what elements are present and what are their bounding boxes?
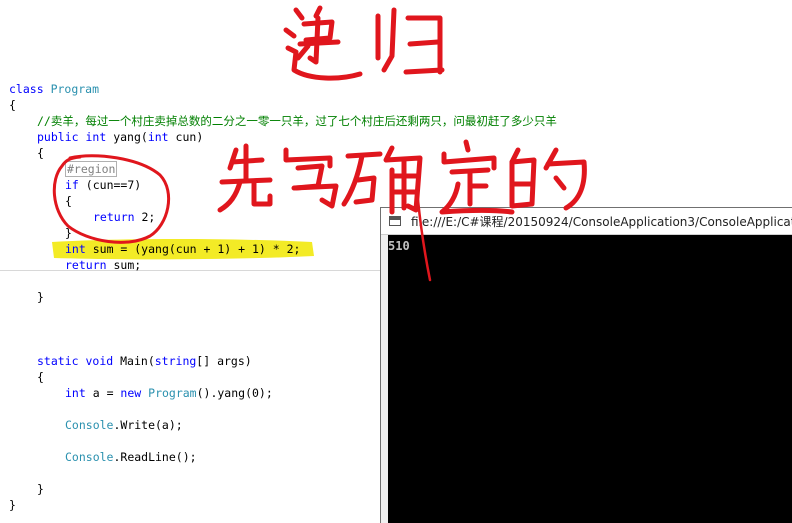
code-line-if: if (cun==7) [65,178,142,192]
code-line-if-close: } [65,226,72,240]
code-line-console-readline: Console.ReadLine(); [65,450,197,464]
console-window-icon [389,216,401,226]
code-line-class: class Program [9,82,100,96]
code-line-sum: int sum = (yang(cun + 1) + 1) * 2; [65,242,301,256]
console-output-area[interactable]: 510 [388,235,792,523]
console-output-text: 510 [388,239,410,253]
code-line-return-sum: return sum; [65,258,142,272]
code-line-method-close: } [37,290,44,304]
code-line-class-close: } [9,498,16,512]
console-title: file:///E:/C#课程/20150924/ConsoleApplicat… [411,215,792,229]
console-titlebar[interactable]: file:///E:/C#课程/20150924/ConsoleApplicat… [381,208,792,235]
code-line-class-open: { [9,98,16,112]
current-line-marker [0,270,380,271]
code-line-int-a: int a = new Program().yang(0); [65,386,273,400]
console-window[interactable]: file:///E:/C#课程/20150924/ConsoleApplicat… [380,207,792,523]
screenshot-stage: class Program { //卖羊，每过一个村庄卖掉总数的二分之一零一只羊… [0,0,792,523]
code-line-method-open: { [37,146,44,160]
code-line-console-write: Console.Write(a); [65,418,183,432]
code-region-marker: #region [65,161,118,177]
code-line-main-open: { [37,370,44,384]
code-line-method-signature: public int yang(int cun) [37,130,204,144]
code-line-main-close: } [37,482,44,496]
code-line-if-open: { [65,194,72,208]
code-comment: //卖羊，每过一个村庄卖掉总数的二分之一零一只羊，过了七个村庄后还剩两只，问最初… [37,114,557,128]
code-line-main-signature: static void Main(string[] args) [37,354,252,368]
code-line-return-2: return 2; [93,210,156,224]
